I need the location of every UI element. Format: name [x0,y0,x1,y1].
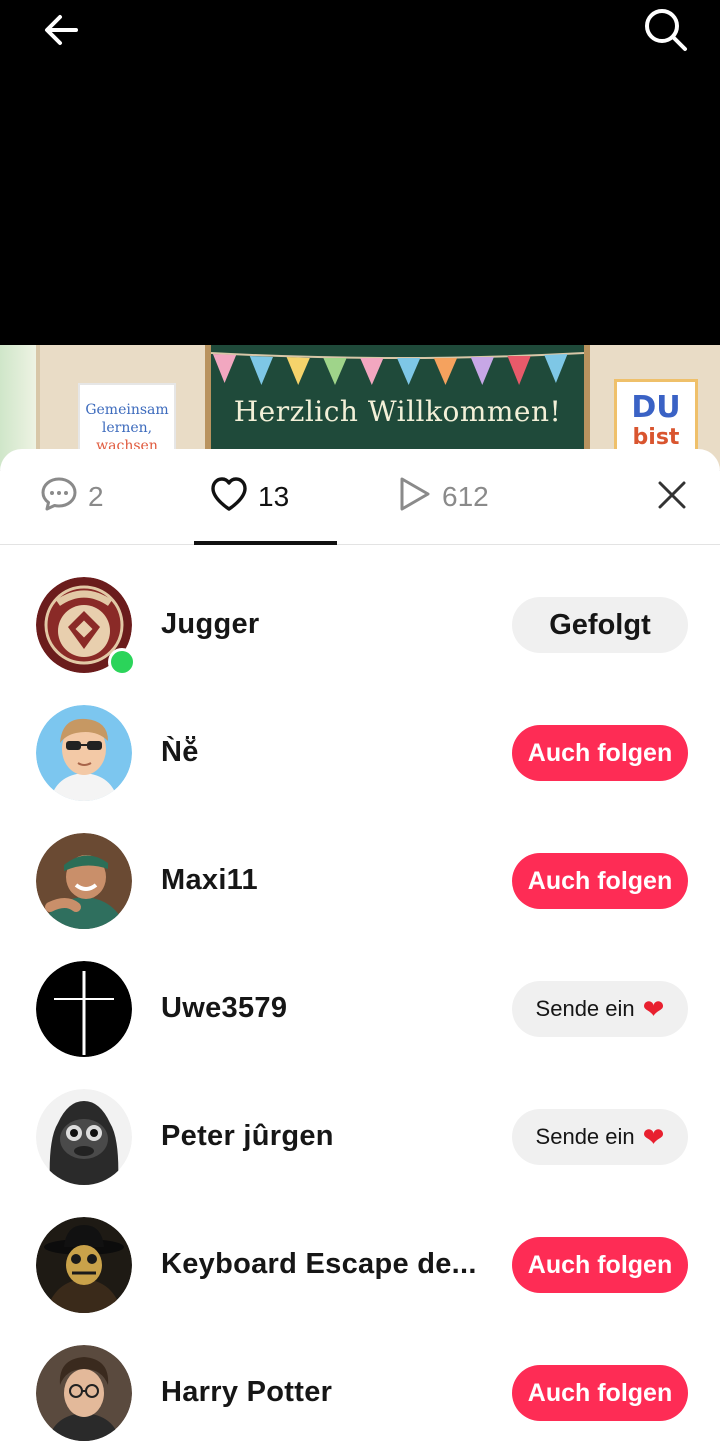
arrow-left-icon[interactable] [38,6,86,54]
follow-back-button[interactable]: Auch folgen [512,1365,688,1421]
likes-sheet: 2 13 612 Jugger Gefolgt Ǹě̈ Auch folgen … [0,449,720,1456]
bunting-decoration [211,352,584,385]
list-item[interactable]: Keyboard Escape de... Auch folgen [0,1186,720,1314]
play-count: 612 [442,481,489,512]
list-item[interactable]: Peter jûrgen Sende ein ❤ [0,1058,720,1186]
username[interactable]: Ǹě̈ [161,736,199,769]
comment-icon [40,475,78,520]
like-count: 13 [258,481,290,512]
poster-right-line-2: bist [632,425,680,450]
avatar[interactable] [36,833,132,929]
avatar[interactable] [36,961,132,1057]
followed-button[interactable]: Gefolgt [512,597,688,653]
comment-count: 2 [88,481,104,512]
heart-icon: ❤ [642,994,665,1024]
avatar[interactable] [36,1089,132,1185]
username[interactable]: Keyboard Escape de... [161,1248,477,1281]
send-label: Sende ein [535,996,635,1021]
video-area[interactable]: Gemeinsam lernen, wachsen Herzlich Willk… [0,0,720,470]
active-tab-indicator [194,541,337,545]
poster-right-line-1: DU [631,390,681,425]
tab-bar: 2 13 612 [0,449,720,545]
list-item[interactable]: Jugger Gefolgt [0,546,720,676]
username[interactable]: Peter jûrgen [161,1120,334,1153]
send-heart-button[interactable]: Sende ein ❤ [512,1109,688,1165]
avatar[interactable] [36,705,132,801]
list-item[interactable]: Harry Potter Auch folgen [0,1314,720,1442]
list-item[interactable]: Maxi11 Auch folgen [0,802,720,930]
play-icon [396,475,432,520]
follow-back-button[interactable]: Auch folgen [512,725,688,781]
heart-icon: ❤ [642,1122,665,1152]
username[interactable]: Jugger [161,608,260,641]
heart-outline-icon [210,476,248,519]
username[interactable]: Maxi11 [161,864,258,897]
username[interactable]: Harry Potter [161,1376,332,1409]
poster-left-line-2: lernen, [101,420,153,436]
tab-likes[interactable]: 13 [210,476,290,519]
online-status-dot [108,648,136,676]
board-text: Herzlich Willkommen! [233,395,562,428]
close-icon[interactable] [652,475,692,515]
follow-back-button[interactable]: Auch folgen [512,853,688,909]
tab-plays[interactable]: 612 [396,477,489,517]
list-item[interactable]: Uwe3579 Sende ein ❤ [0,930,720,1058]
poster-left-line-1: Gemeinsam [85,402,169,418]
likers-list: Jugger Gefolgt Ǹě̈ Auch folgen Maxi11 Au… [0,546,720,1442]
search-icon[interactable] [642,6,690,54]
follow-back-button[interactable]: Auch folgen [512,1237,688,1293]
send-heart-button[interactable]: Sende ein ❤ [512,981,688,1037]
username[interactable]: Uwe3579 [161,992,287,1025]
list-item[interactable]: Ǹě̈ Auch folgen [0,674,720,802]
tab-comments[interactable]: 2 [40,477,104,517]
avatar[interactable] [36,1217,132,1313]
send-label: Sende ein [535,1124,635,1149]
avatar[interactable] [36,1345,132,1441]
